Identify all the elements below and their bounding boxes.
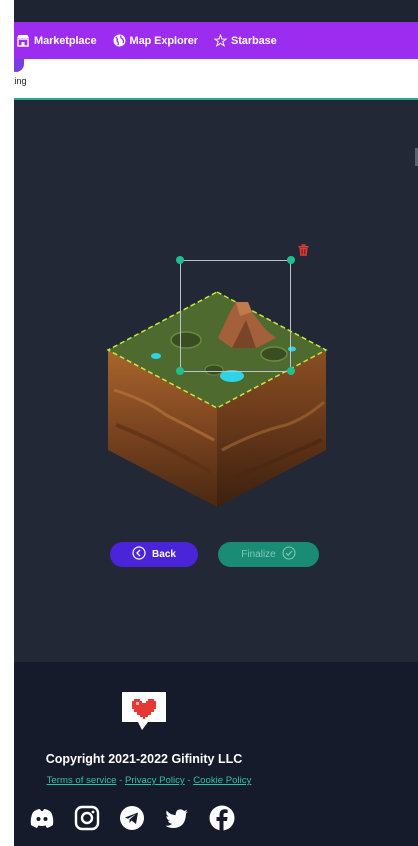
editor-canvas: Back Finalize [14, 100, 418, 662]
app-frame: Marketplace Map Explorer Starbase king [14, 0, 418, 846]
trash-icon[interactable] [298, 243, 309, 256]
link-separator: - [116, 775, 125, 786]
cookie-policy-link[interactable]: Cookie Policy [193, 775, 251, 786]
sub-nav-label[interactable]: king [14, 76, 27, 86]
chevron-left-circle-icon [132, 546, 146, 563]
telegram-icon[interactable] [118, 804, 146, 832]
star-outline-icon [214, 34, 227, 47]
social-links [28, 804, 236, 832]
resize-handle[interactable] [176, 367, 184, 375]
copyright-text: Copyright 2021-2022 Gifinity LLC [45, 752, 243, 766]
nav-marketplace[interactable]: Marketplace [16, 34, 97, 47]
resize-handle[interactable] [287, 367, 295, 375]
terms-of-service-link[interactable]: Terms of service [47, 775, 117, 786]
link-separator: - [184, 775, 194, 786]
finalize-button[interactable]: Finalize [218, 542, 319, 567]
facebook-icon[interactable] [208, 804, 236, 832]
selection-box[interactable] [180, 260, 291, 372]
privacy-policy-link[interactable]: Privacy Policy [125, 775, 185, 786]
top-strip [14, 0, 418, 22]
ranking-badge-icon [14, 59, 24, 72]
finalize-button-label: Finalize [241, 549, 276, 560]
storefront-icon [16, 34, 30, 47]
discord-icon[interactable] [28, 804, 56, 832]
gifinity-heart-logo-icon [118, 690, 170, 734]
nav-starbase-label: Starbase [231, 34, 277, 47]
check-circle-icon [282, 546, 296, 563]
nav-marketplace-label: Marketplace [34, 34, 97, 47]
nav-map-explorer[interactable]: Map Explorer [113, 34, 199, 47]
instagram-icon[interactable] [73, 804, 101, 832]
twitter-icon[interactable] [163, 804, 191, 832]
top-navigation: Marketplace Map Explorer Starbase [14, 22, 418, 59]
resize-handle[interactable] [287, 256, 295, 264]
nav-starbase[interactable]: Starbase [214, 34, 277, 47]
footer-links: Terms of service - Privacy Policy - Cook… [14, 775, 284, 786]
back-button[interactable]: Back [110, 542, 198, 567]
nav-map-explorer-label: Map Explorer [129, 34, 199, 47]
globe-icon [113, 34, 126, 47]
site-footer: Copyright 2021-2022 Gifinity LLC Terms o… [14, 662, 418, 846]
sub-navigation: king [14, 59, 418, 100]
back-button-label: Back [152, 549, 176, 560]
resize-handle[interactable] [176, 256, 184, 264]
